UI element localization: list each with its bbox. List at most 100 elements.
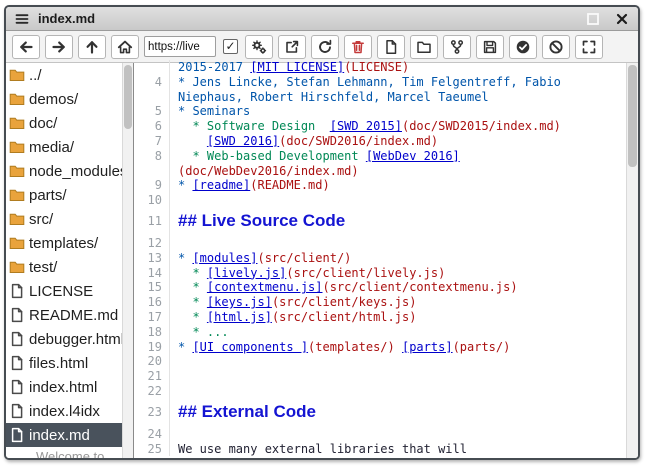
file-doc-icon (9, 283, 25, 299)
arrow-right-icon (51, 39, 67, 55)
code-text: * Software Design [SWD 2015](doc/SWD2015… (170, 119, 626, 134)
token-list2: * (178, 280, 207, 294)
code-text: * [lively.js](src/client/lively.js) (170, 266, 626, 281)
sidebar-item-label: media/ (29, 139, 74, 156)
token-url: (parts/) (453, 340, 511, 354)
save-button[interactable] (476, 35, 504, 59)
token-url: (src/client/contextmenu.js) (323, 280, 518, 294)
sidebar-scrollbar[interactable] (122, 63, 133, 458)
window-maximize-button[interactable] (585, 11, 601, 27)
editor-line: 25We use many external libraries that wi… (134, 442, 626, 457)
editor-line: 4* Jens Lincke, Stefan Lehmann, Tim Felg… (134, 75, 626, 90)
sidebar-item[interactable]: demos/ (6, 87, 122, 111)
toolbar: ✓ (6, 31, 638, 63)
sidebar-item-label: node_modules/ (29, 163, 122, 180)
sidebar-item[interactable]: ../ (6, 63, 122, 87)
sidebar-item[interactable]: doc/ (6, 111, 122, 135)
code-text: We use many external libraries that will (170, 442, 626, 457)
new-folder-button[interactable] (410, 35, 438, 59)
window-close-button[interactable] (614, 11, 630, 27)
sidebar-item[interactable]: index.md (6, 423, 122, 447)
url-input[interactable] (144, 36, 216, 57)
token-list1 (395, 340, 402, 354)
forward-button[interactable] (45, 35, 73, 59)
sidebar-item[interactable]: LICENSE (6, 279, 122, 303)
fullscreen-button[interactable] (575, 35, 603, 59)
sidebar-item[interactable]: index.html (6, 375, 122, 399)
editor-content[interactable]: 2015-2017 [MIT LICENSE](LICENSE)4* Jens … (134, 60, 626, 458)
sidebar-item[interactable]: debugger.html (6, 327, 122, 351)
line-number: 9 (134, 178, 170, 193)
code-text (170, 236, 626, 251)
editor-scrollbar-thumb[interactable] (628, 65, 637, 167)
accept-button[interactable] (509, 35, 537, 59)
editor-line: 19* [UI components ](templates/) [parts]… (134, 340, 626, 355)
reload-button[interactable] (311, 35, 339, 59)
sidebar-item[interactable]: test/ (6, 255, 122, 279)
token-list1: Niephaus, Robert Hirschfeld, Marcel Taeu… (178, 90, 489, 104)
new-file-button[interactable] (377, 35, 405, 59)
home-button[interactable] (111, 35, 139, 59)
token-link: [readme] (192, 178, 250, 192)
code-text: 2015-2017 [MIT LICENSE](LICENSE) (170, 60, 626, 75)
file-list: ../demos/doc/media/node_modules/parts/sr… (6, 63, 122, 447)
code-text: * [keys.js](src/client/keys.js) (170, 295, 626, 310)
token-list2: * Software Design (178, 119, 330, 133)
sidebar-item[interactable]: files.html (6, 351, 122, 375)
sidebar-item[interactable]: parts/ (6, 183, 122, 207)
cancel-button[interactable] (542, 35, 570, 59)
menu-icon (14, 11, 30, 27)
code-text: [SWD 2016](doc/SWD2016/index.md) (170, 134, 626, 149)
line-number: 19 (134, 340, 170, 355)
trash-icon (350, 39, 366, 55)
file-doc-icon (9, 331, 25, 347)
folder-solid-icon (9, 187, 25, 203)
editor-line: 17 * [html.js](src/client/html.js) (134, 310, 626, 325)
sidebar-item[interactable]: src/ (6, 207, 122, 231)
window-titlebar[interactable]: index.md (6, 7, 638, 31)
editor-line: 8 * Web-based Development [WebDev 2016] (134, 149, 626, 164)
sidebar-item-label: index.md (29, 427, 90, 444)
editor-scrollbar[interactable] (626, 63, 638, 458)
token-link: [keys.js] (207, 295, 272, 309)
folder-solid-icon (9, 91, 25, 107)
token-link: [UI components ] (192, 340, 308, 354)
editor-line: 21 (134, 369, 626, 384)
line-number: 8 (134, 149, 170, 164)
token-link: [SWD 2016] (207, 134, 279, 148)
window-menu-button[interactable] (14, 11, 30, 27)
token-link: [parts] (402, 340, 453, 354)
delete-button[interactable] (344, 35, 372, 59)
token-url: (doc/SWD2016/index.md) (279, 134, 438, 148)
token-list1: * (178, 251, 192, 265)
file-doc-icon (9, 403, 25, 419)
back-button[interactable] (12, 35, 40, 59)
editor-line: 9* [readme](README.md) (134, 178, 626, 193)
settings-button[interactable] (245, 35, 273, 59)
branch-icon (449, 39, 465, 55)
parent-directory-button[interactable] (78, 35, 106, 59)
sidebar-item[interactable]: README.md (6, 303, 122, 327)
sidebar-scrollbar-thumb[interactable] (124, 65, 132, 129)
token-url: (src/client/keys.js) (272, 295, 417, 309)
auto-update-checkbox[interactable]: ✓ (223, 39, 238, 54)
token-link: [html.js] (207, 310, 272, 324)
sidebar-item[interactable]: index.l4idx (6, 399, 122, 423)
token-url: (src/client/html.js) (272, 310, 417, 324)
editor-line: Niephaus, Robert Hirschfeld, Marcel Taeu… (134, 90, 626, 105)
versions-button[interactable] (443, 35, 471, 59)
token-url: (README.md) (250, 178, 329, 192)
code-text: (doc/WebDev2016/index.md) (170, 164, 626, 179)
token-link: [SWD 2015] (330, 119, 402, 133)
external-link-icon (284, 39, 300, 55)
sidebar-item-label: doc/ (29, 115, 57, 132)
sidebar-item[interactable]: node_modules/ (6, 159, 122, 183)
token-list2: * (178, 266, 207, 280)
sidebar-item[interactable]: media/ (6, 135, 122, 159)
folder-solid-icon (9, 259, 25, 275)
sidebar-item[interactable]: templates/ (6, 231, 122, 255)
line-number: 22 (134, 384, 170, 399)
editor-line: 16 * [keys.js](src/client/keys.js) (134, 295, 626, 310)
file-doc-icon (9, 427, 25, 443)
open-external-button[interactable] (278, 35, 306, 59)
